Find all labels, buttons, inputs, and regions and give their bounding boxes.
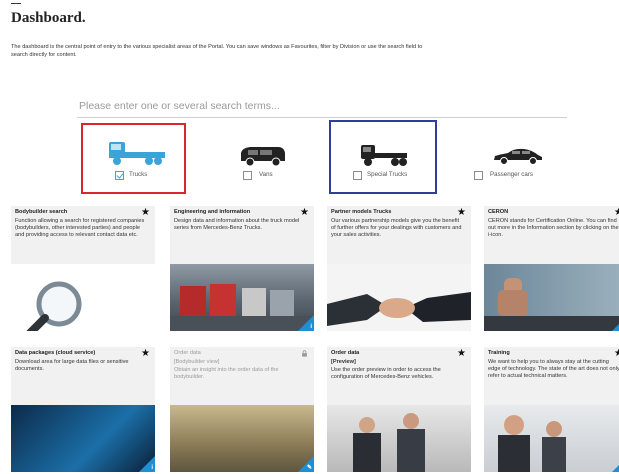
tile-partner-models-trucks[interactable]: Partner models Trucks ★ Our various part… bbox=[327, 206, 471, 331]
tile-title: Data packages (cloud service) bbox=[15, 350, 96, 356]
tile-description: Download area for large data files or se… bbox=[15, 359, 129, 372]
title-accent-line bbox=[11, 3, 21, 4]
tile-subtitle: [Bodybuilder view] bbox=[174, 359, 220, 365]
info-corner[interactable] bbox=[612, 456, 619, 472]
star-icon[interactable]: ★ bbox=[457, 207, 466, 218]
digital-network-image: i bbox=[11, 405, 155, 472]
tile-description: Our various partnership models give you … bbox=[331, 218, 462, 238]
star-icon[interactable]: ★ bbox=[614, 348, 619, 359]
tile-data-packages[interactable]: Data packages (cloud service) ★ Download… bbox=[11, 347, 155, 472]
tile-description: Use the order preview in order to access… bbox=[331, 367, 441, 380]
star-icon[interactable]: ★ bbox=[457, 348, 466, 359]
tile-title: Bodybuilder search bbox=[15, 209, 68, 215]
star-icon[interactable]: ★ bbox=[300, 207, 309, 218]
division-vans[interactable]: Vans bbox=[218, 123, 308, 195]
edit-icon[interactable]: ✎ bbox=[307, 464, 312, 471]
warehouse-image: ✎ bbox=[170, 405, 314, 472]
tile-title: Order data bbox=[174, 350, 201, 356]
business-meeting-image bbox=[327, 405, 471, 472]
lock-icon bbox=[302, 350, 307, 357]
highlight-box-blue bbox=[329, 120, 437, 194]
star-icon[interactable]: ★ bbox=[141, 348, 150, 359]
tile-engineering-information[interactable]: Engineering and information ★ Design dat… bbox=[170, 206, 314, 331]
tile-title: CERON bbox=[488, 209, 509, 215]
info-icon[interactable]: i bbox=[310, 324, 312, 330]
division-label: Vans bbox=[259, 171, 273, 178]
tile-title: Partner models Trucks bbox=[331, 209, 392, 215]
tile-subtitle: [Preview] bbox=[331, 359, 356, 365]
tile-bodybuilder-search[interactable]: Bodybuilder search ★ Function allowing a… bbox=[11, 206, 155, 331]
van-icon bbox=[241, 147, 285, 167]
tile-training[interactable]: Training ★ We want to help you to always… bbox=[484, 347, 619, 472]
division-label: Passenger cars bbox=[490, 171, 533, 178]
vans-checkbox[interactable] bbox=[243, 171, 252, 180]
tile-title: Order data bbox=[331, 350, 360, 356]
trucks-fleet-image: i bbox=[170, 264, 314, 331]
tile-description: CERON stands for Certification Online. Y… bbox=[488, 218, 619, 238]
passenger-cars-checkbox[interactable] bbox=[474, 171, 483, 180]
tile-description: Design data and information about the tr… bbox=[174, 218, 300, 231]
star-icon[interactable]: ★ bbox=[141, 207, 150, 218]
info-corner[interactable] bbox=[612, 315, 619, 331]
tile-order-data-preview[interactable]: Order data ★ [Preview] Use the order pre… bbox=[327, 347, 471, 472]
handshake-image bbox=[327, 264, 471, 331]
page-title: Dashboard. bbox=[11, 10, 86, 26]
car-icon bbox=[494, 148, 542, 165]
tile-description: Obtain an insight into the order data of… bbox=[174, 367, 279, 380]
division-passenger-cars[interactable]: Passenger cars bbox=[470, 123, 566, 195]
tile-title: Engineering and information bbox=[174, 209, 251, 215]
search-input[interactable]: Please enter one or several search terms… bbox=[77, 96, 567, 118]
tile-description: Function allowing a search for registere… bbox=[15, 218, 145, 238]
tile-ceron[interactable]: CERON ★ CERON stands for Certification O… bbox=[484, 206, 619, 331]
magnifier-image bbox=[11, 264, 155, 331]
info-icon[interactable]: i bbox=[151, 465, 153, 471]
tile-description: We want to help you to always stay at th… bbox=[488, 359, 619, 379]
training-people-image: i bbox=[484, 405, 619, 472]
tile-title: Training bbox=[488, 350, 510, 356]
highlight-box-red bbox=[81, 123, 186, 194]
intro-text: The dashboard is the central point of en… bbox=[11, 44, 423, 58]
thumbs-up-image: i bbox=[484, 264, 619, 331]
star-icon[interactable]: ★ bbox=[614, 207, 619, 218]
tile-order-data-bodybuilder[interactable]: Order data [Bodybuilder view] Obtain an … bbox=[170, 347, 314, 472]
